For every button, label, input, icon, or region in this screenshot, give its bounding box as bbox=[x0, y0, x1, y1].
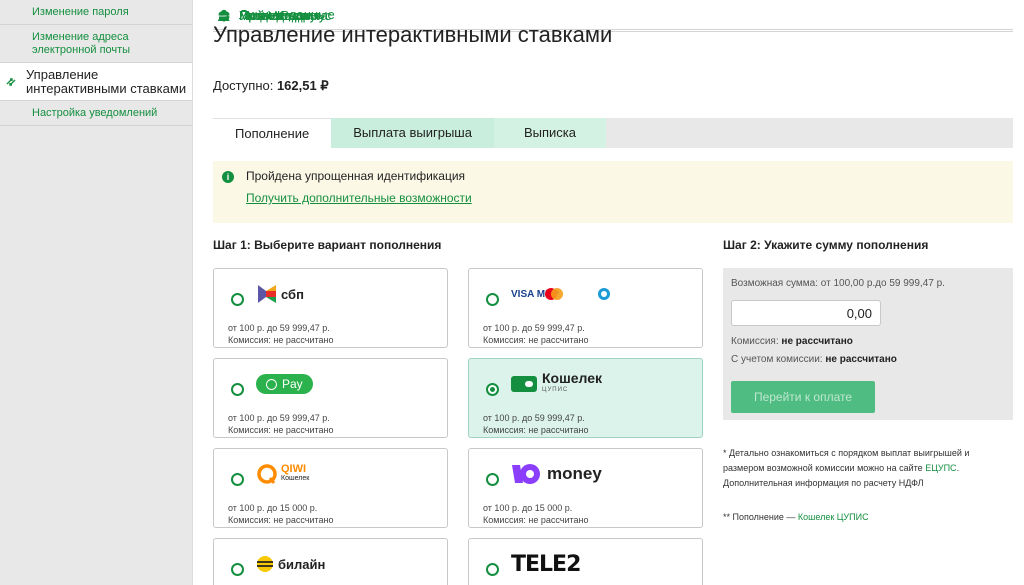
sbp-logo: сбп bbox=[256, 281, 304, 307]
method-card-yoomoney[interactable]: money от 100 р. до 15 000 р. Комиссия: н… bbox=[468, 448, 703, 528]
method-card-beeline[interactable]: билайн bbox=[213, 538, 448, 585]
sidebar-item-label: Управление интерактивными ставками bbox=[26, 66, 187, 96]
footnote-1: * Детально ознакомиться с порядком выпла… bbox=[723, 448, 970, 488]
step1-title: Шаг 1: Выберите вариант пополнения bbox=[213, 238, 442, 252]
identification-notice: i Пройдена упрощенная идентификация Полу… bbox=[213, 161, 1013, 223]
method-radio[interactable] bbox=[231, 383, 244, 396]
sidebar: Личные данные Изменение пароля Изменение… bbox=[0, 0, 1013, 585]
method-card-bank-cards[interactable]: VISA МИР от 100 р. до 59 999,47 р. Комис… bbox=[468, 268, 703, 348]
sidebar-item-change-password[interactable]: Изменение пароля bbox=[0, 0, 192, 25]
method-radio[interactable] bbox=[486, 293, 499, 306]
method-radio[interactable] bbox=[231, 563, 244, 576]
balance: Доступно: 162,51 ₽ bbox=[213, 78, 329, 94]
koshelek-cupis-link[interactable]: Кошелек ЦУПИС bbox=[798, 512, 869, 522]
method-radio[interactable] bbox=[231, 293, 244, 306]
sidebar-item-notification-settings[interactable]: Настройка уведомлений bbox=[0, 101, 192, 126]
check-circle-icon bbox=[266, 378, 277, 390]
method-card-sbp[interactable]: сбп от 100 р. до 59 999,47 р. Комиссия: … bbox=[213, 268, 448, 348]
amount-panel: Возможная сумма: от 100,00 р.до 59 999,4… bbox=[723, 268, 1013, 420]
info-icon: i bbox=[222, 171, 234, 183]
exchange-icon bbox=[4, 75, 18, 89]
beeline-logo: билайн bbox=[256, 551, 325, 577]
method-card-tele2[interactable]: TELE2 bbox=[468, 538, 703, 585]
balance-label: Доступно: bbox=[213, 78, 277, 93]
main-content: Управление интерактивными ставками Досту… bbox=[213, 0, 1013, 585]
footnote-2: ** Пополнение — Кошелек ЦУПИС bbox=[723, 512, 869, 522]
pay-logo: Pay bbox=[256, 371, 313, 397]
notice-text: Пройдена упрощенная идентификация bbox=[246, 169, 466, 183]
more-features-link[interactable]: Получить дополнительные возможности bbox=[246, 191, 472, 205]
koshelek-logo: Кошелек ЦУПИС bbox=[511, 371, 602, 397]
ecups-link[interactable]: ЕЦУПС bbox=[925, 463, 956, 473]
tab-deposit[interactable]: Пополнение bbox=[213, 118, 332, 148]
wallet-icon bbox=[511, 376, 537, 392]
pay-button[interactable]: Перейти к оплате bbox=[731, 381, 875, 413]
amount-input[interactable] bbox=[731, 300, 881, 326]
mastercard-icon bbox=[544, 287, 564, 306]
amount-range: Возможная сумма: от 100,00 р.до 59 999,4… bbox=[731, 278, 945, 289]
method-radio[interactable] bbox=[486, 563, 499, 576]
tab-statement[interactable]: Выписка bbox=[493, 118, 606, 148]
yoomoney-logo: money bbox=[511, 461, 602, 487]
sidebar-item-label: Изменение пароля bbox=[32, 6, 129, 18]
qiwi-logo: QIWI Кошелек bbox=[256, 461, 309, 487]
method-radio[interactable] bbox=[486, 383, 499, 396]
sidebar-item-interactive-bets[interactable]: Управление интерактивными ставками bbox=[0, 63, 192, 101]
sidebar-item-change-email[interactable]: Изменение адреса электронной почты bbox=[0, 25, 192, 63]
tabs: Пополнение Выплата выигрыша Выписка bbox=[213, 118, 1013, 148]
method-card-koshelek[interactable]: Кошелек ЦУПИС от 100 р. до 59 999,47 р. … bbox=[468, 358, 703, 438]
method-card-pay[interactable]: Pay от 100 р. до 59 999,47 р. Комиссия: … bbox=[213, 358, 448, 438]
tele2-logo: TELE2 bbox=[511, 551, 581, 577]
method-card-qiwi[interactable]: QIWI Кошелек от 100 р. до 15 000 р. Коми… bbox=[213, 448, 448, 528]
sidebar-item-label: Настройка уведомлений bbox=[32, 107, 158, 119]
step2-title: Шаг 2: Укажите сумму пополнения bbox=[723, 238, 929, 252]
balance-value: 162,51 ₽ bbox=[276, 78, 329, 93]
method-radio[interactable] bbox=[231, 473, 244, 486]
tab-withdrawal[interactable]: Выплата выигрыша bbox=[331, 118, 494, 148]
method-radio[interactable] bbox=[486, 473, 499, 486]
card-logo-icon bbox=[597, 287, 611, 306]
page-title: Управление интерактивными ставками bbox=[213, 22, 613, 47]
fee-text: Комиссия: не рассчитано bbox=[731, 336, 853, 347]
sidebar-item-label: Изменение адреса электронной почты bbox=[32, 30, 131, 56]
total-text: С учетом комиссии: не рассчитано bbox=[731, 354, 897, 365]
